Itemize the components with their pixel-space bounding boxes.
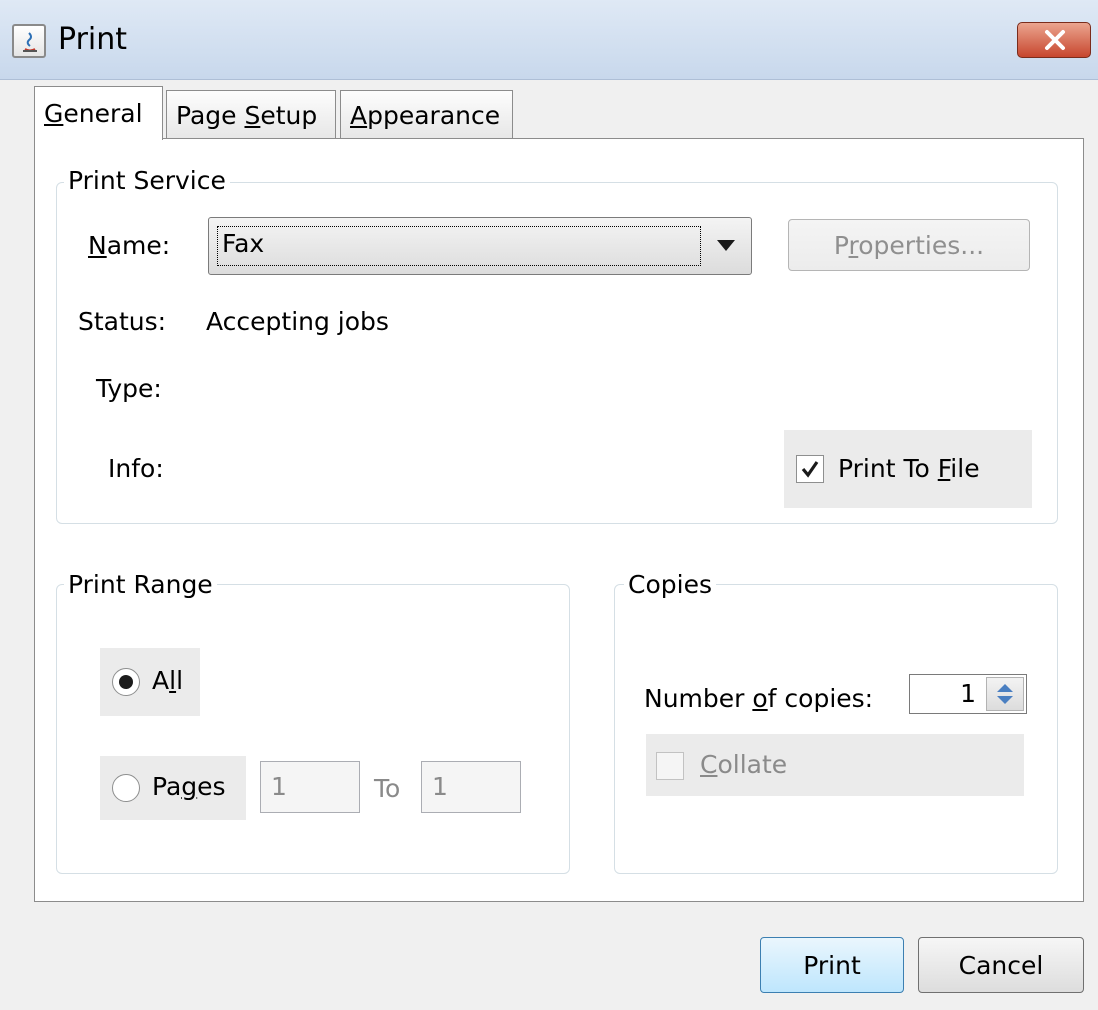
all-radio[interactable] [112, 668, 140, 696]
collate-checkbox[interactable] [656, 752, 684, 780]
number-of-copies-spinner[interactable]: 1 [909, 674, 1027, 714]
number-of-copies-label: Number of copies: [644, 684, 874, 713]
copies-group [614, 584, 1058, 874]
close-icon [1045, 30, 1065, 50]
cancel-button[interactable]: Cancel [918, 937, 1084, 993]
tab-page-setup[interactable]: Page Setup [166, 90, 336, 140]
number-of-copies-value: 1 [960, 679, 976, 708]
printer-name-value: Fax [217, 226, 701, 266]
copies-title: Copies [624, 570, 716, 599]
chevron-down-icon [717, 240, 735, 251]
print-to-file-label: Print To File [838, 454, 980, 483]
print-to-file-option[interactable]: Print To File [784, 430, 1032, 508]
properties-button[interactable]: Properties... [788, 219, 1030, 271]
print-to-file-checkbox[interactable] [796, 455, 824, 483]
all-label: All [152, 666, 184, 695]
collate-label: Collate [700, 750, 788, 779]
pages-from-field[interactable]: 1 [260, 761, 360, 813]
collate-option[interactable]: Collate [646, 734, 1024, 796]
info-label: Info: [108, 454, 164, 483]
printer-name-combo[interactable]: Fax [208, 217, 752, 275]
type-label: Type: [96, 374, 162, 403]
tab-appearance[interactable]: Appearance [340, 90, 513, 140]
pages-radio[interactable] [112, 774, 140, 802]
print-button[interactable]: Print [760, 937, 904, 993]
pages-to-field[interactable]: 1 [421, 761, 521, 813]
close-button[interactable] [1017, 22, 1091, 58]
all-option[interactable]: All [100, 648, 200, 716]
pages-label: Pages [152, 772, 226, 801]
spinner-buttons[interactable] [986, 677, 1024, 711]
to-label: To [374, 774, 401, 803]
checkmark-icon [801, 461, 819, 478]
spinner-arrows-icon [997, 684, 1013, 704]
print-range-group [56, 584, 570, 874]
name-label: Name: [88, 231, 171, 260]
status-label: Status: [78, 307, 167, 336]
print-service-title: Print Service [64, 166, 230, 195]
tab-general[interactable]: General [34, 86, 163, 140]
title-bar: Print [0, 0, 1098, 80]
pages-option[interactable]: Pages [100, 756, 246, 820]
print-range-title: Print Range [64, 570, 217, 599]
status-value: Accepting jobs [206, 307, 389, 336]
window-title: Print [58, 22, 128, 57]
java-app-icon [12, 24, 46, 58]
